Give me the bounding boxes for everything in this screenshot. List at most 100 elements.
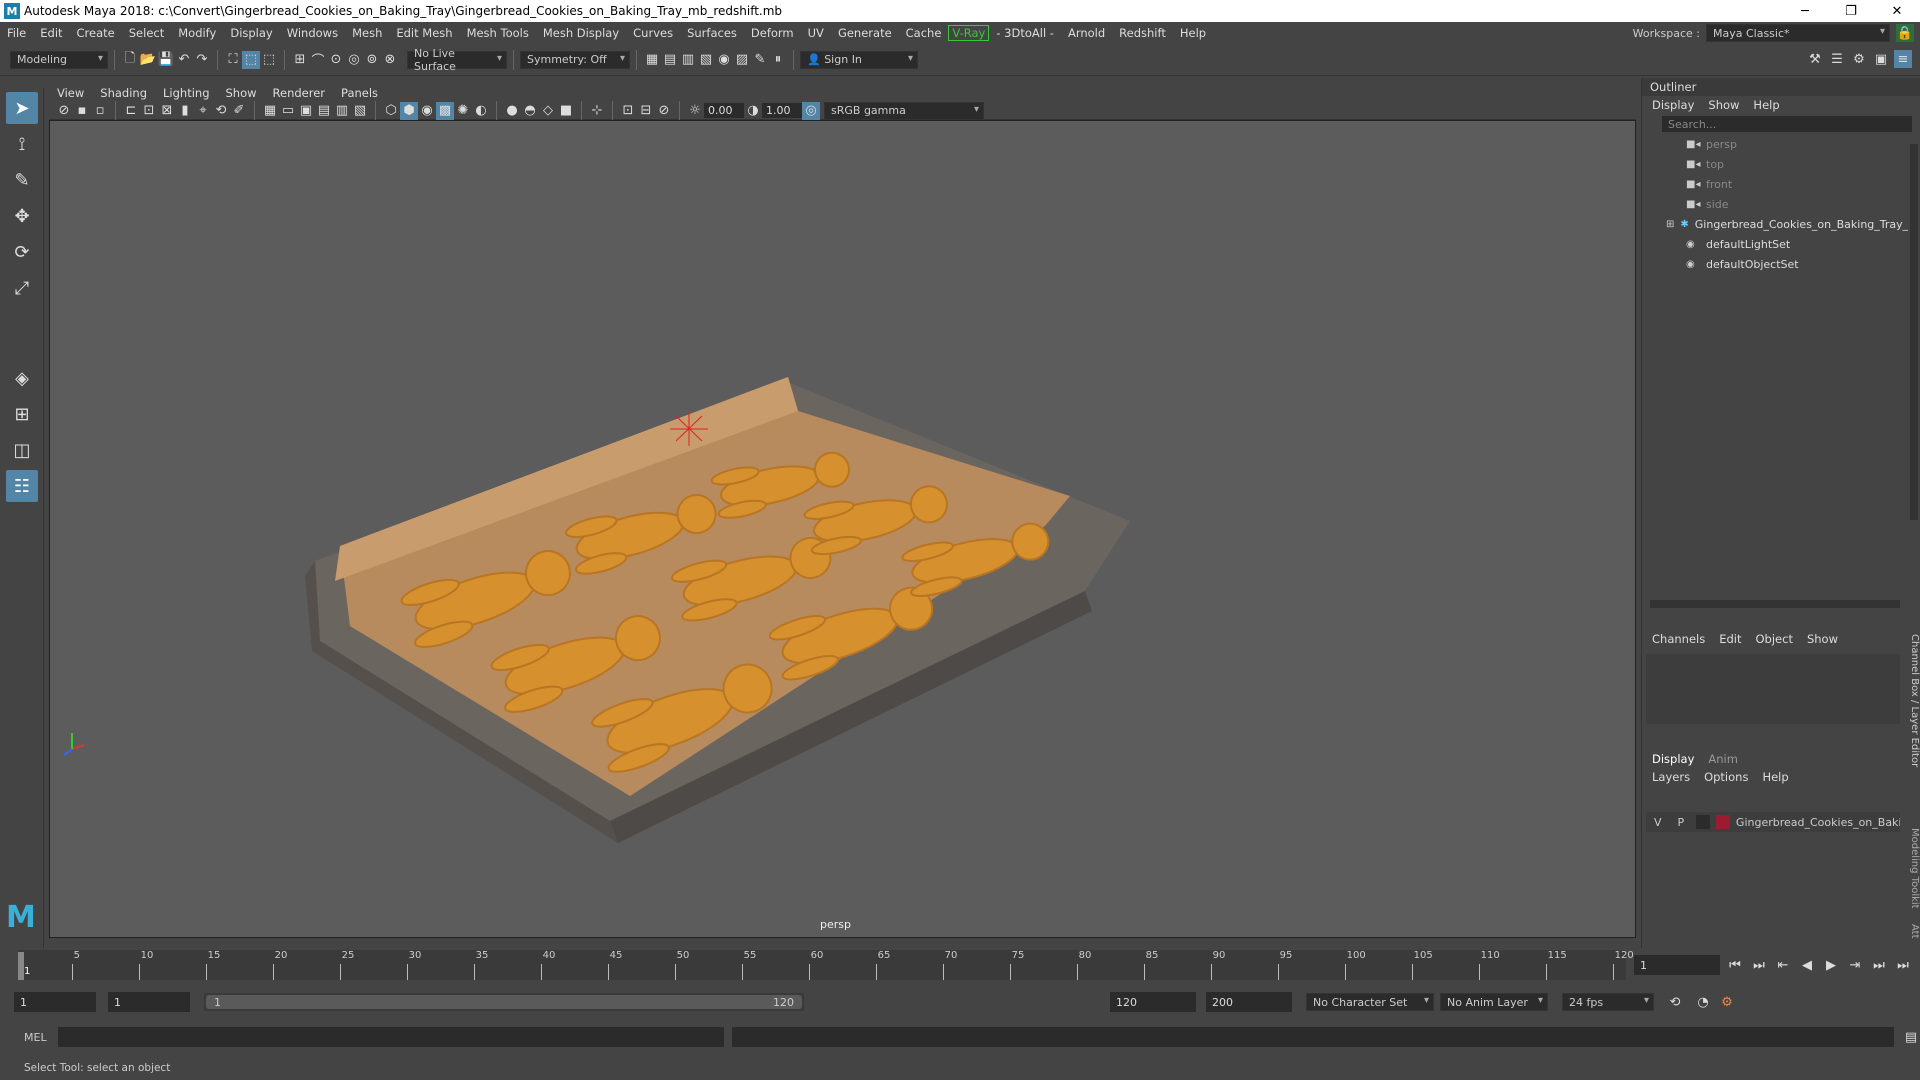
image-plane-icon[interactable]: ▫ <box>91 102 109 120</box>
outliner-item-persp[interactable]: ■◂ persp <box>1642 134 1908 154</box>
menu-cache[interactable]: Cache <box>899 26 949 40</box>
range-slider[interactable]: 1 120 <box>204 993 804 1011</box>
smooth-shade-icon[interactable]: ▣ <box>297 102 315 120</box>
hud-icon[interactable]: ■ <box>557 102 575 120</box>
step-back-frame-icon[interactable]: ⇤ <box>1774 956 1792 974</box>
side-tab-channelbox[interactable]: Channel Box / Layer Editor <box>1904 634 1920 814</box>
outliner-layout-icon[interactable]: ☷ <box>6 470 38 502</box>
aa-icon[interactable]: ▩ <box>436 101 454 120</box>
playback-start-field[interactable]: 1 <box>108 992 190 1012</box>
outliner-search-input[interactable]: Search... <box>1662 116 1912 132</box>
menu-create[interactable]: Create <box>70 26 122 40</box>
vp-menu-show[interactable]: Show <box>218 86 265 100</box>
vp-menu-panels[interactable]: Panels <box>333 86 386 100</box>
shadows-icon[interactable]: ⬡ <box>382 102 400 120</box>
time-slider[interactable]: 5 10 15 20 25 30 35 40 45 50 55 60 65 70 75 80 85 90 95 100… <box>0 948 1920 982</box>
vp-menu-lighting[interactable]: Lighting <box>155 86 217 100</box>
workspace-dropdown[interactable]: Maya Classic* <box>1706 24 1890 42</box>
auto-key-icon[interactable]: ◔ <box>1694 993 1712 1011</box>
start-time-field[interactable]: 1 <box>14 992 96 1012</box>
ao-icon[interactable]: ⬢ <box>400 101 418 120</box>
anim-layer-dropdown[interactable]: No Anim Layer <box>1440 993 1548 1011</box>
attribute-editor-icon[interactable]: ☰ <box>1828 50 1846 68</box>
dof-icon[interactable]: ✺ <box>454 102 472 120</box>
current-frame-field[interactable]: 1 <box>1634 955 1720 975</box>
time-ruler[interactable]: 5 10 15 20 25 30 35 40 45 50 55 60 65 70 75 80 85 90 95 100… <box>18 950 1634 980</box>
frame-selection-icon[interactable]: ⊟ <box>637 102 655 120</box>
view-transform-dropdown[interactable]: sRGB gamma <box>824 101 984 120</box>
sign-in-button[interactable]: 👤 Sign In <box>800 50 918 69</box>
go-to-end-icon[interactable]: ⏭ <box>1894 956 1912 974</box>
snap-curve-icon[interactable]: ⌒ <box>309 51 327 69</box>
film-gate-icon[interactable]: ⊡ <box>140 102 158 120</box>
bookmark-icon[interactable]: ▪ <box>73 102 91 120</box>
character-set-dropdown[interactable]: No Character Set <box>1306 993 1434 1011</box>
exposure-field[interactable]: 0.00 <box>704 103 744 118</box>
outliner-item-side[interactable]: ■◂ side <box>1642 194 1908 214</box>
tool-settings-icon[interactable]: ⚙ <box>1850 50 1868 68</box>
lasso-tool-icon[interactable]: ⟟ <box>6 128 38 160</box>
exposure-icon[interactable]: ☼ <box>686 102 704 120</box>
menu-windows[interactable]: Windows <box>280 26 345 40</box>
help-menu[interactable]: Help <box>1762 770 1788 784</box>
layout-icon[interactable]: ▣ <box>1872 50 1890 68</box>
lock-icon[interactable]: 🔒 <box>1896 24 1914 42</box>
outliner-hscrollbar[interactable] <box>1650 600 1900 608</box>
live-surface-field[interactable]: No Live Surface <box>407 47 507 73</box>
select-component-icon[interactable]: ⬚ <box>260 51 278 69</box>
loop-icon[interactable]: ⟲ <box>1666 993 1684 1011</box>
symmetry-dropdown[interactable]: Symmetry: Off <box>520 50 630 69</box>
vp-menu-renderer[interactable]: Renderer <box>265 86 334 100</box>
menu-edit-mesh[interactable]: Edit Mesh <box>389 26 459 40</box>
layer-name[interactable]: Gingerbread_Cookies_on_Baki <box>1736 816 1900 829</box>
isolate-icon[interactable]: ● <box>503 102 521 120</box>
gate-mask-icon[interactable]: ▮ <box>176 102 194 120</box>
menu-deform[interactable]: Deform <box>744 26 801 40</box>
resolution-gate-icon[interactable]: ⊠ <box>158 102 176 120</box>
snap-surface-icon[interactable]: ⊚ <box>363 51 381 69</box>
menu-edit[interactable]: Edit <box>33 26 69 40</box>
channels-menu[interactable]: Channels <box>1652 632 1705 646</box>
menu-vray[interactable]: V-Ray <box>948 25 990 41</box>
menu-curves[interactable]: Curves <box>626 26 680 40</box>
use-lights-icon[interactable]: ▧ <box>351 102 369 120</box>
scale-tool-icon[interactable]: ⤢ <box>6 272 38 304</box>
menu-display[interactable]: Display <box>223 26 279 40</box>
two-view-icon[interactable]: ◫ <box>6 434 38 466</box>
grid-icon[interactable]: ▦ <box>261 102 279 120</box>
step-forward-frame-icon[interactable]: ⇥ <box>1846 956 1864 974</box>
camera-attributes-icon[interactable]: ⊘ <box>55 102 73 120</box>
menu-mesh-display[interactable]: Mesh Display <box>536 26 626 40</box>
menu-mesh[interactable]: Mesh <box>345 26 389 40</box>
scene-render[interactable] <box>50 121 1636 938</box>
menu-mesh-tools[interactable]: Mesh Tools <box>460 26 536 40</box>
mode-dropdown[interactable]: Modeling <box>10 50 108 69</box>
outliner-item-top[interactable]: ■◂ top <box>1642 154 1908 174</box>
render-settings-icon[interactable]: ▧ <box>697 51 715 69</box>
play-backward-icon[interactable]: ◀ <box>1798 956 1816 974</box>
outliner-item-gingerbread[interactable]: ⊞ ✱ Gingerbread_Cookies_on_Baking_Tray_r <box>1642 214 1908 234</box>
menu-select[interactable]: Select <box>122 26 171 40</box>
move-tool-icon[interactable]: ✥ <box>6 200 38 232</box>
select-hierarchy-icon[interactable]: ⛶ <box>224 51 242 69</box>
single-perspective-icon[interactable]: ◈ <box>6 362 38 394</box>
perspective-viewport[interactable]: persp <box>49 120 1636 938</box>
render-setup-icon[interactable]: ▨ <box>733 51 751 69</box>
rotate-tool-icon[interactable]: ⟳ <box>6 236 38 268</box>
safe-action-icon[interactable]: ⟲ <box>212 102 230 120</box>
range-handle[interactable]: 1 120 <box>206 995 802 1009</box>
side-tab-attribute-editor[interactable]: Att <box>1904 924 1920 948</box>
step-forward-key-icon[interactable]: ⏭ <box>1870 956 1888 974</box>
cam-lock-icon[interactable]: ⊏ <box>122 102 140 120</box>
motion-blur-icon[interactable]: ◉ <box>418 102 436 120</box>
pause-icon[interactable]: ⏸ <box>769 51 787 69</box>
channels-show-menu[interactable]: Show <box>1807 632 1838 646</box>
tab-display[interactable]: Display <box>1652 752 1694 766</box>
default-material-icon[interactable]: ▤ <box>315 102 333 120</box>
channels-object-menu[interactable]: Object <box>1756 632 1793 646</box>
frame-all-icon[interactable]: ⊡ <box>619 102 637 120</box>
render-view-icon[interactable]: ▦ <box>643 51 661 69</box>
paint-select-tool-icon[interactable]: ✎ <box>6 164 38 196</box>
channel-box-icon[interactable]: ≡ <box>1894 50 1912 68</box>
minimize-button[interactable]: ─ <box>1782 0 1828 22</box>
